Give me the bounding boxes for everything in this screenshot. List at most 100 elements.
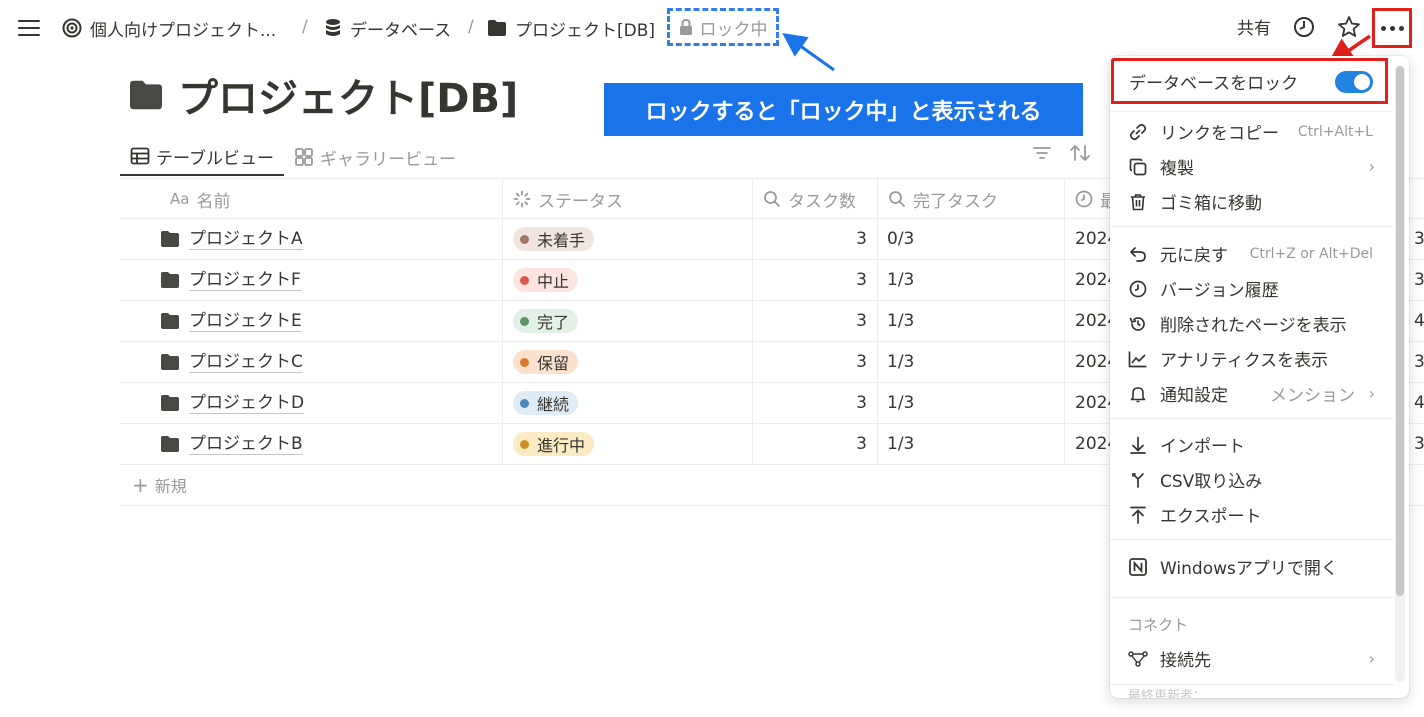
connection-icon <box>1128 649 1148 669</box>
completed-tasks-cell[interactable]: 1/3 <box>887 260 914 300</box>
menu-item-import[interactable]: インポート <box>1110 427 1393 462</box>
sort-icon[interactable] <box>1069 143 1091 167</box>
folder-icon <box>161 395 179 411</box>
status-badge: 未着手 <box>513 227 595 251</box>
task-count-cell[interactable]: 3 <box>763 342 867 382</box>
column-header-status[interactable]: ステータス <box>513 179 623 219</box>
name-cell[interactable]: プロジェクトA <box>160 219 303 259</box>
breadcrumb-database[interactable]: データベース <box>324 16 451 41</box>
new-row-label: 新規 <box>154 477 187 496</box>
export-icon <box>1128 505 1148 525</box>
status-cell[interactable]: 中止 <box>513 260 579 300</box>
more-options-button[interactable] <box>1372 8 1412 48</box>
menu-item-label: CSV取り込み <box>1160 472 1263 492</box>
lock-database-label: データベースをロック <box>1129 73 1299 94</box>
menu-item-label: 複製 <box>1160 159 1194 179</box>
menu-item-label: リンクをコピー <box>1160 124 1279 144</box>
task-count-cell[interactable]: 3 <box>763 301 867 341</box>
menu-item-export[interactable]: エクスポート <box>1110 497 1393 532</box>
status-label: 未着手 <box>537 231 586 250</box>
menu-item-history[interactable]: バージョン履歴 <box>1110 271 1393 306</box>
breadcrumb-workspace[interactable]: 個人向けプロジェクト... <box>62 16 276 41</box>
status-cell[interactable]: 進行中 <box>513 424 595 464</box>
menu-item-label: Windowsアプリで開く <box>1160 559 1338 579</box>
task-count-cell[interactable]: 3 <box>763 424 867 464</box>
completed-tasks-cell[interactable]: 0/3 <box>887 219 914 259</box>
menu-section-label: コネクト <box>1128 616 1189 634</box>
status-label: 完了 <box>537 313 570 332</box>
lock-status-badge[interactable]: ロック中 <box>667 8 779 46</box>
folder-icon <box>488 20 506 36</box>
name-cell[interactable]: プロジェクトF <box>160 260 301 300</box>
chevron-right-icon: › <box>1368 384 1375 403</box>
favorite-star-icon[interactable] <box>1337 15 1361 44</box>
status-cell[interactable]: 完了 <box>513 301 579 341</box>
menu-item-trash[interactable]: ゴミ箱に移動 <box>1110 184 1393 219</box>
updates-clock-icon[interactable] <box>1293 16 1315 43</box>
status-cell[interactable]: 未着手 <box>513 219 595 259</box>
row-name: プロジェクトC <box>189 351 303 373</box>
menu-scrollbar[interactable] <box>1395 66 1405 682</box>
folder-icon <box>161 313 179 329</box>
text-property-icon: Aa <box>170 190 190 208</box>
breadcrumb-current[interactable]: プロジェクト[DB] <box>487 16 655 41</box>
menu-item-shortcut: Ctrl+Z or Alt+Del <box>1249 245 1373 262</box>
completed-tasks-cell[interactable]: 1/3 <box>887 301 914 341</box>
completed-tasks-cell[interactable]: 1/3 <box>887 424 914 464</box>
overflow-cell: 3 <box>1414 352 1424 372</box>
status-badge: 進行中 <box>513 432 595 456</box>
name-cell[interactable]: プロジェクトC <box>160 342 303 382</box>
target-icon <box>62 18 82 38</box>
annotation-text: ロックすると「ロック中」と表示される <box>645 99 1042 125</box>
row-name: プロジェクトE <box>189 310 302 332</box>
menu-item-notion[interactable]: Windowsアプリで開く <box>1110 549 1393 584</box>
name-cell[interactable]: プロジェクトE <box>160 301 302 341</box>
tab-table-view[interactable]: テーブルビュー <box>120 138 284 176</box>
duplicate-icon <box>1128 157 1148 177</box>
menu-item-link[interactable]: リンクをコピー Ctrl+Alt+L <box>1110 114 1393 149</box>
task-count-cell[interactable]: 3 <box>763 260 867 300</box>
menu-item-csv-merge[interactable]: CSV取り込み <box>1110 462 1393 497</box>
tab-gallery-view[interactable]: ギャラリービュー <box>284 138 466 176</box>
status-label: 中止 <box>537 272 570 291</box>
tab-label: ギャラリービュー <box>319 149 456 170</box>
name-cell[interactable]: プロジェクトD <box>160 383 305 423</box>
share-button[interactable]: 共有 <box>1237 14 1271 39</box>
overflow-cell: 4 <box>1414 393 1424 413</box>
menu-item-deleted-pages[interactable]: 削除されたページを表示 <box>1110 306 1393 341</box>
status-cell[interactable]: 継続 <box>513 383 579 423</box>
bell-icon <box>1128 384 1148 404</box>
lock-database-item[interactable]: データベースをロック <box>1111 58 1388 104</box>
annotation-callout: ロックすると「ロック中」と表示される <box>604 83 1083 136</box>
task-count-cell[interactable]: 3 <box>763 219 867 259</box>
menu-item-undo[interactable]: 元に戻す Ctrl+Z or Alt+Del <box>1110 236 1393 271</box>
menu-footer-faded: 最終更新者：.... <box>1128 689 1223 698</box>
trash-icon <box>1128 192 1148 212</box>
lock-database-toggle[interactable] <box>1335 71 1373 93</box>
history-icon <box>1128 279 1148 299</box>
notion-icon <box>1128 557 1148 577</box>
menu-item-bell[interactable]: 通知設定 メンション › <box>1110 376 1393 411</box>
plus-icon: + <box>132 473 149 497</box>
folder-icon <box>161 231 179 247</box>
task-count-cell[interactable]: 3 <box>763 383 867 423</box>
column-header-label: 名前 <box>196 191 231 212</box>
menu-item-label: バージョン履歴 <box>1160 281 1279 301</box>
menu-item-duplicate[interactable]: 複製 › <box>1110 149 1393 184</box>
sidebar-menu-icon[interactable] <box>18 17 40 37</box>
column-header-task-count[interactable]: タスク数 <box>763 179 856 219</box>
completed-tasks-cell[interactable]: 1/3 <box>887 383 914 423</box>
row-name: プロジェクトA <box>189 228 303 250</box>
page-title[interactable]: プロジェクト[DB] <box>128 70 518 122</box>
analytics-icon <box>1128 349 1148 369</box>
filter-icon[interactable] <box>1032 143 1052 167</box>
menu-item-analytics[interactable]: アナリティクスを表示 <box>1110 341 1393 376</box>
column-header-name[interactable]: Aa 名前 <box>170 179 230 219</box>
chevron-right-icon: › <box>1368 649 1375 668</box>
status-cell[interactable]: 保留 <box>513 342 579 382</box>
name-cell[interactable]: プロジェクトB <box>160 424 303 464</box>
completed-tasks-cell[interactable]: 1/3 <box>887 342 914 382</box>
column-header-completed-tasks[interactable]: 完了タスク <box>888 179 998 219</box>
menu-item-connection[interactable]: 接続先 › <box>1110 641 1393 676</box>
breadcrumb-separator: / <box>302 17 308 37</box>
